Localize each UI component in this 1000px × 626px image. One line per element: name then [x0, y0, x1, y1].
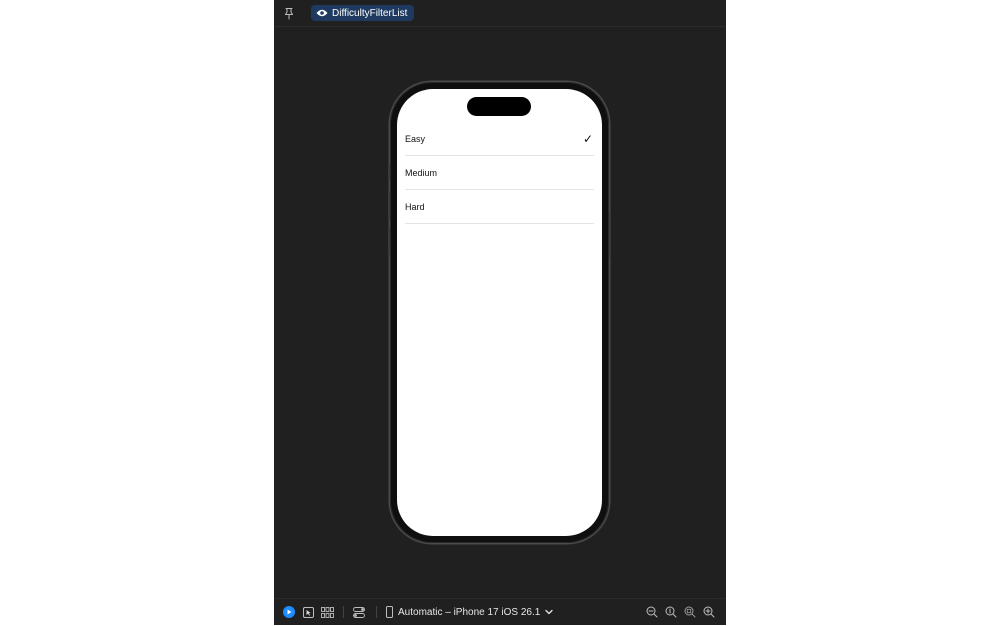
canvas-panel: DifficultyFilterList Easy ✓ Medium Hard — [274, 0, 726, 625]
variants-grid-icon[interactable] — [320, 605, 334, 619]
toolbar-separator — [343, 606, 344, 618]
iphone-device-frame: Easy ✓ Medium Hard — [388, 82, 611, 543]
device-icon — [386, 606, 393, 618]
zoom-fit-icon[interactable] — [683, 605, 697, 619]
device-label: Automatic – iPhone 17 iOS 26.1 — [398, 606, 541, 618]
device-selector[interactable]: Automatic – iPhone 17 iOS 26.1 — [386, 605, 553, 619]
eye-icon — [316, 9, 328, 17]
canvas-settings-icon[interactable] — [352, 605, 366, 619]
preview-tab-label: DifficultyFilterList — [332, 7, 408, 19]
pin-icon[interactable] — [280, 4, 298, 22]
volume-up-button — [388, 191, 390, 219]
zoom-in-icon[interactable] — [702, 605, 716, 619]
list-item-label: Easy — [405, 133, 426, 144]
power-button — [609, 212, 611, 258]
checkmark-icon: ✓ — [582, 131, 593, 146]
list-item-label: Hard — [405, 201, 425, 212]
list-item-label: Medium — [405, 167, 438, 178]
chevron-down-icon — [545, 609, 553, 615]
preview-tab[interactable]: DifficultyFilterList — [311, 5, 415, 21]
selectable-icon[interactable] — [301, 605, 315, 619]
top-bar: DifficultyFilterList — [274, 0, 726, 27]
list-item-medium[interactable]: Medium — [405, 156, 594, 190]
list-item-hard[interactable]: Hard — [405, 190, 594, 224]
zoom-actual-icon[interactable] — [664, 605, 678, 619]
difficulty-list: Easy ✓ Medium Hard — [405, 122, 594, 224]
volume-down-button — [388, 227, 390, 255]
toolbar-separator — [376, 606, 377, 618]
dynamic-island — [467, 97, 531, 116]
bottom-toolbar: Automatic – iPhone 17 iOS 26.1 — [274, 598, 726, 626]
live-preview-icon[interactable] — [282, 605, 296, 619]
zoom-out-icon[interactable] — [645, 605, 659, 619]
device-screen: Easy ✓ Medium Hard — [397, 89, 602, 536]
action-button — [388, 165, 390, 179]
list-item-easy[interactable]: Easy ✓ — [405, 122, 594, 156]
